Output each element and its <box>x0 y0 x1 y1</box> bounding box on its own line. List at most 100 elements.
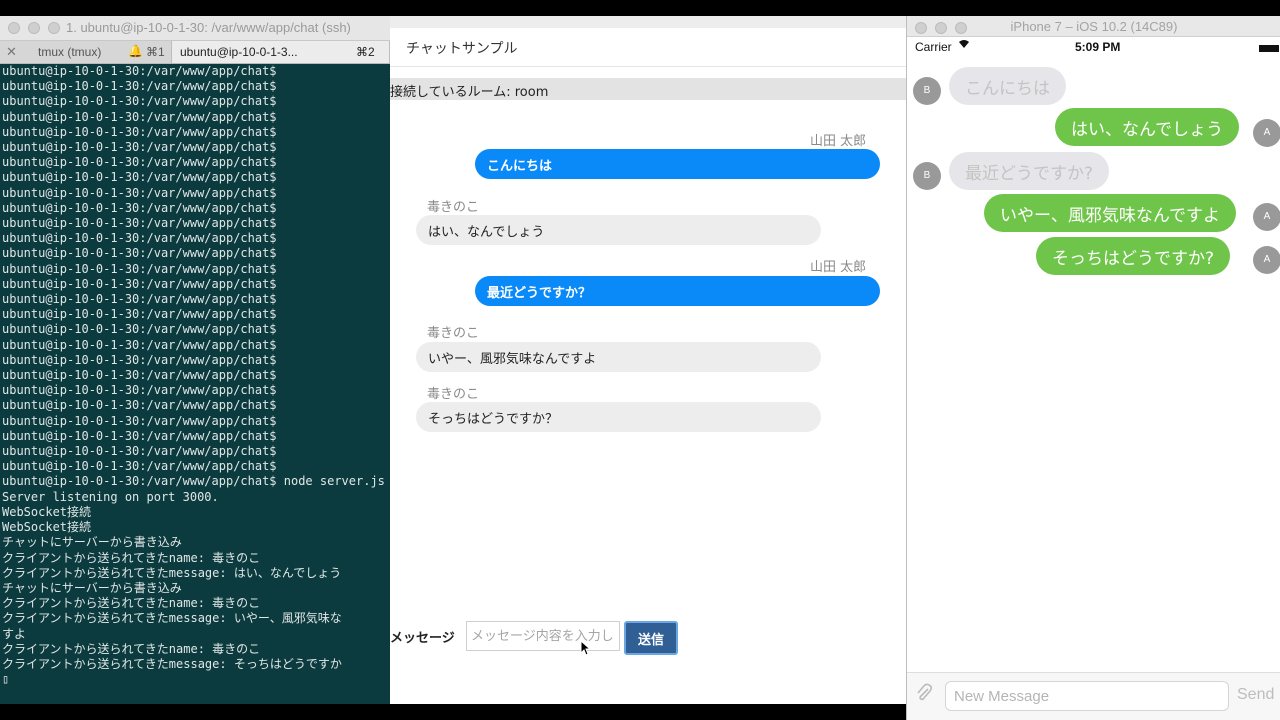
terminal-line: ubuntu@ip-10-0-1-30:/var/www/app/chat$ <box>2 140 277 155</box>
terminal-line: ubuntu@ip-10-0-1-30:/var/www/app/chat$ <box>2 368 277 383</box>
terminal-line: ubuntu@ip-10-0-1-30:/var/www/app/chat$ <box>2 428 277 443</box>
chat-bubble-self: こんにちは <box>475 149 880 179</box>
terminal-line: ubuntu@ip-10-0-1-30:/var/www/app/chat$ <box>2 216 277 231</box>
app-navbar: チャットサンプル <box>390 28 906 67</box>
message-sender: 山田 太郎 <box>810 260 867 275</box>
status-time: 5:09 PM <box>1075 40 1121 54</box>
terminal-line: ubuntu@ip-10-0-1-30:/var/www/app/chat$ <box>2 64 277 78</box>
terminal-line: ubuntu@ip-10-0-1-30:/var/www/app/chat$ <box>2 383 277 398</box>
terminal-line: ubuntu@ip-10-0-1-30:/var/www/app/chat$ <box>2 322 277 337</box>
avatar: A <box>1253 119 1280 147</box>
terminal-line: ubuntu@ip-10-0-1-30:/var/www/app/chat$ <box>2 231 277 246</box>
terminal-line: クライアントから送られてきたname: 毒きのこ <box>2 641 261 656</box>
chat-bubble-other: そっちはどうですか？ <box>416 402 821 432</box>
terminal-line: ubuntu@ip-10-0-1-30:/var/www/app/chat$ <box>2 155 277 170</box>
bell-icon: 🔔 <box>128 44 143 58</box>
message-sender: 山田 太郎 <box>810 134 867 149</box>
terminal-line: ubuntu@ip-10-0-1-30:/var/www/app/chat$ <box>2 276 277 291</box>
terminal-line: ubuntu@ip-10-0-1-30:/var/www/app/chat$ <box>2 109 277 124</box>
terminal-line: ubuntu@ip-10-0-1-30:/var/www/app/chat$ <box>2 292 277 307</box>
simulator-titlebar: iPhone 7 – iOS 10.2 (14C89) <box>907 16 1280 37</box>
tab-shortcut: ⌘2 <box>356 45 375 59</box>
terminal-line: クライアントから送られてきたmessage: はい、なんでしょう <box>2 565 342 580</box>
battery-icon <box>1259 45 1279 52</box>
terminal-output[interactable]: ubuntu@ip-10-0-1-30:/var/www/app/chat$ ub… <box>0 64 390 687</box>
message-composer: Send <box>907 672 1280 720</box>
iphone-simulator: iPhone 7 – iOS 10.2 (14C89) Carrier 5:09… <box>906 16 1280 720</box>
screen-top-bar <box>0 0 1280 16</box>
avatar: A <box>1253 246 1280 274</box>
terminal-line: ubuntu@ip-10-0-1-30:/var/www/app/chat$ <box>2 185 277 200</box>
send-button[interactable]: 送信 <box>624 621 678 655</box>
ios-bubble-incoming[interactable]: こんにちは <box>949 67 1066 105</box>
terminal-line: ubuntu@ip-10-0-1-30:/var/www/app/chat$ <box>2 170 277 185</box>
ios-bubble-outgoing[interactable]: そっちはどうですか? <box>1036 237 1231 275</box>
terminal-window[interactable]: 1. ubuntu@ip-10-0-1-30: /var/www/app/cha… <box>0 16 390 704</box>
close-window-button[interactable] <box>8 22 20 34</box>
app-title[interactable]: チャットサンプル <box>406 38 517 58</box>
ios-bubble-outgoing[interactable]: はい、なんでしょう <box>1055 108 1240 146</box>
tab-shortcut: ⌘1 <box>146 45 165 59</box>
simulator-title: iPhone 7 – iOS 10.2 (14C89) <box>1010 19 1178 34</box>
terminal-line: ubuntu@ip-10-0-1-30:/var/www/app/chat$ <box>2 124 277 139</box>
terminal-line: WebSocket接続 <box>2 504 92 519</box>
ios-bubble-incoming[interactable]: 最近どうですか? <box>949 152 1110 190</box>
close-tab-icon[interactable]: ✕ <box>6 44 17 60</box>
message-input[interactable] <box>466 621 620 651</box>
terminal-line: クライアントから送られてきたname: 毒きのこ <box>2 596 261 611</box>
tab-label: ubuntu@ip-10-0-1-3... <box>180 45 298 59</box>
terminal-line: ubuntu@ip-10-0-1-30:/var/www/app/chat$ <box>2 413 277 428</box>
terminal-line: ubuntu@ip-10-0-1-30:/var/www/app/chat$ n… <box>2 474 385 489</box>
terminal-line: ubuntu@ip-10-0-1-30:/var/www/app/chat$ <box>2 352 277 367</box>
carrier-label: Carrier <box>915 40 952 54</box>
terminal-line: ubuntu@ip-10-0-1-30:/var/www/app/chat$ <box>2 307 277 322</box>
terminal-line: クライアントから送られてきたname: 毒きのこ <box>2 550 261 565</box>
terminal-line: ubuntu@ip-10-0-1-30:/var/www/app/chat$ <box>2 246 277 261</box>
terminal-line: ubuntu@ip-10-0-1-30:/var/www/app/chat$ <box>2 459 277 474</box>
terminal-line: Server listening on port 3000. <box>2 489 219 504</box>
terminal-line: チャットにサーバーから書き込み <box>2 535 182 550</box>
terminal-line: WebSocket接続 <box>2 520 92 535</box>
wifi-icon <box>958 39 970 52</box>
terminal-line: ubuntu@ip-10-0-1-30:/var/www/app/chat$ <box>2 200 277 215</box>
message-sender: 毒きのこ <box>427 200 480 215</box>
terminal-title: 1. ubuntu@ip-10-0-1-30: /var/www/app/cha… <box>66 20 351 35</box>
ios-status-bar: Carrier 5:09 PM <box>907 36 1280 58</box>
chat-bubble-other: いやー、風邪気味なんですよ <box>416 342 821 372</box>
tab-tmux[interactable]: ✕ tmux (tmux) 🔔 ⌘1 <box>0 41 172 63</box>
ios-send-button[interactable]: Send <box>1237 686 1274 704</box>
attachment-icon[interactable] <box>915 683 933 708</box>
ios-bubble-outgoing[interactable]: いやー、風邪気味なんですよ <box>984 194 1236 232</box>
terminal-line: すよ <box>2 626 27 641</box>
terminal-line: ubuntu@ip-10-0-1-30:/var/www/app/chat$ <box>2 337 277 352</box>
chat-bubble-self: 最近どうですか？ <box>475 276 880 306</box>
message-sender: 毒きのこ <box>427 326 480 341</box>
message-input-label: メッセージ <box>390 631 455 646</box>
minimize-window-button[interactable] <box>28 22 40 34</box>
terminal-line: クライアントから送られてきたmessage: いやー、風邪気味な <box>2 611 342 626</box>
new-message-input[interactable] <box>945 681 1229 711</box>
zoom-window-button[interactable] <box>48 22 60 34</box>
terminal-line: ▯ <box>2 672 10 687</box>
terminal-line: クライアントから送られてきたmessage: そっちはどうですか <box>2 656 342 671</box>
browser-window: チャットサンプル 接続しているルーム: room 山田 太郎 こんにちは 毒きの… <box>390 16 906 704</box>
avatar: B <box>913 162 941 190</box>
message-sender: 毒きのこ <box>427 387 480 402</box>
terminal-tab-bar: ✕ tmux (tmux) 🔔 ⌘1 ubuntu@ip-10-0-1-3...… <box>0 41 390 64</box>
terminal-line: ubuntu@ip-10-0-1-30:/var/www/app/chat$ <box>2 444 277 459</box>
terminal-line: ubuntu@ip-10-0-1-30:/var/www/app/chat$ <box>2 94 277 109</box>
avatar: B <box>913 77 941 105</box>
screen-bottom-bar <box>0 704 906 720</box>
chat-bubble-other: はい、なんでしょう <box>416 215 821 245</box>
terminal-line: ubuntu@ip-10-0-1-30:/var/www/app/chat$ <box>2 79 277 94</box>
tab-ssh-session[interactable]: ubuntu@ip-10-0-1-3... ⌘2 <box>172 41 390 63</box>
avatar: A <box>1253 203 1280 231</box>
terminal-titlebar: 1. ubuntu@ip-10-0-1-30: /var/www/app/cha… <box>0 16 390 41</box>
terminal-line: ubuntu@ip-10-0-1-30:/var/www/app/chat$ <box>2 398 277 413</box>
terminal-line: ubuntu@ip-10-0-1-30:/var/www/app/chat$ <box>2 261 277 276</box>
mouse-cursor-icon <box>580 640 592 656</box>
room-label: 接続しているルーム: room <box>390 85 549 100</box>
room-bar: 接続しているルーム: room <box>390 78 906 100</box>
tab-label: tmux (tmux) <box>38 45 102 59</box>
terminal-line: チャットにサーバーから書き込み <box>2 580 182 595</box>
